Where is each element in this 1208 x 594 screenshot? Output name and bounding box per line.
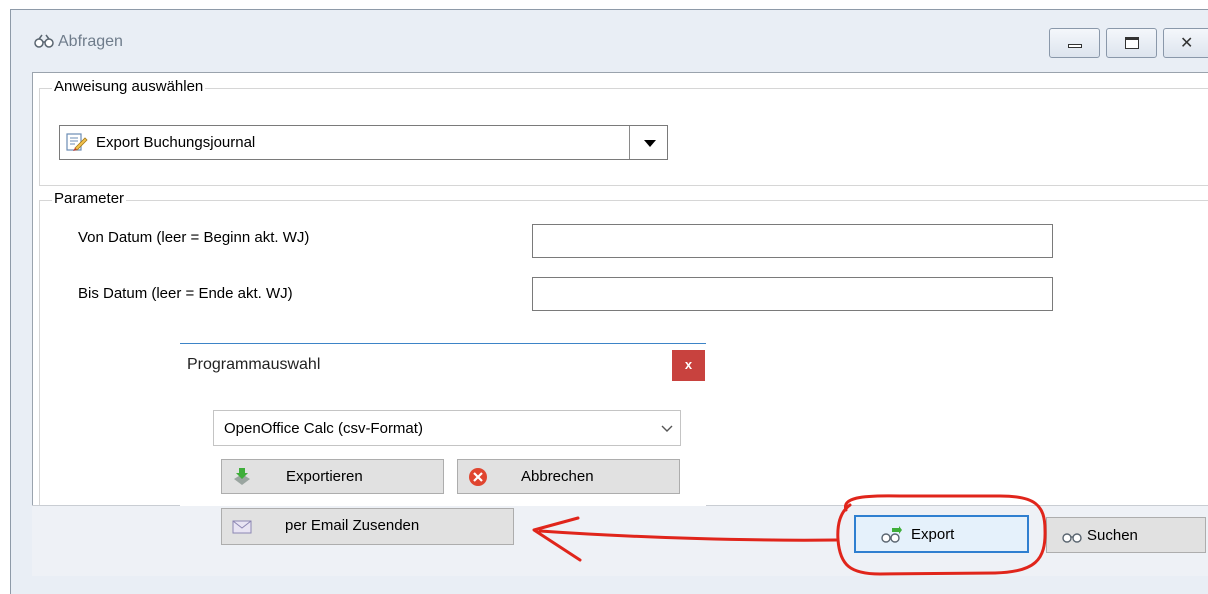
abbrechen-button[interactable]: Abbrechen [457, 459, 680, 494]
to-date-label: Bis Datum (leer = Ende akt. WJ) [78, 285, 293, 302]
dialog-close-button[interactable]: x [672, 350, 705, 381]
window-close-button[interactable]: ✕ [1163, 28, 1208, 58]
email-button[interactable]: per Email Zusenden [221, 508, 514, 545]
query-icon [66, 133, 88, 151]
export-arrow-icon [234, 468, 250, 485]
parameter-legend: Parameter [52, 190, 127, 207]
exportieren-label: Exportieren [286, 468, 363, 485]
envelope-icon [232, 520, 252, 534]
search-binoculars-icon [1062, 533, 1082, 543]
export-label: Export [911, 526, 955, 543]
export-button[interactable]: Export [854, 515, 1029, 553]
binoculars-icon [34, 34, 54, 48]
statement-dropdown-button[interactable] [629, 126, 667, 159]
program-select[interactable]: OpenOffice Calc (csv-Format) [213, 410, 681, 446]
statement-legend: Anweisung auswählen [52, 78, 206, 95]
minimize-button[interactable] [1049, 28, 1100, 58]
dropdown-arrow-icon [644, 140, 656, 147]
close-icon: ✕ [1180, 35, 1194, 52]
maximize-button[interactable] [1106, 28, 1157, 58]
window-title: Abfragen [58, 33, 123, 50]
maximize-icon [1125, 37, 1139, 49]
from-date-label: Von Datum (leer = Beginn akt. WJ) [78, 229, 310, 246]
statement-selected: Export Buchungsjournal [96, 134, 256, 151]
search-label: Suchen [1087, 527, 1138, 544]
chevron-down-icon [661, 425, 673, 432]
program-selected: OpenOffice Calc (csv-Format) [224, 420, 423, 437]
exportieren-button[interactable]: Exportieren [221, 459, 444, 494]
email-label: per Email Zusenden [285, 517, 420, 534]
export-binoculars-icon [881, 526, 902, 543]
from-date-input[interactable] [532, 224, 1053, 258]
abbrechen-label: Abbrechen [521, 468, 594, 485]
to-date-input[interactable] [532, 277, 1053, 311]
dialog-title: Programmauswahl [187, 356, 321, 373]
minimize-icon [1068, 44, 1082, 48]
cancel-icon [469, 468, 487, 486]
search-button[interactable]: Suchen [1046, 517, 1206, 553]
button-bar [32, 505, 1208, 576]
